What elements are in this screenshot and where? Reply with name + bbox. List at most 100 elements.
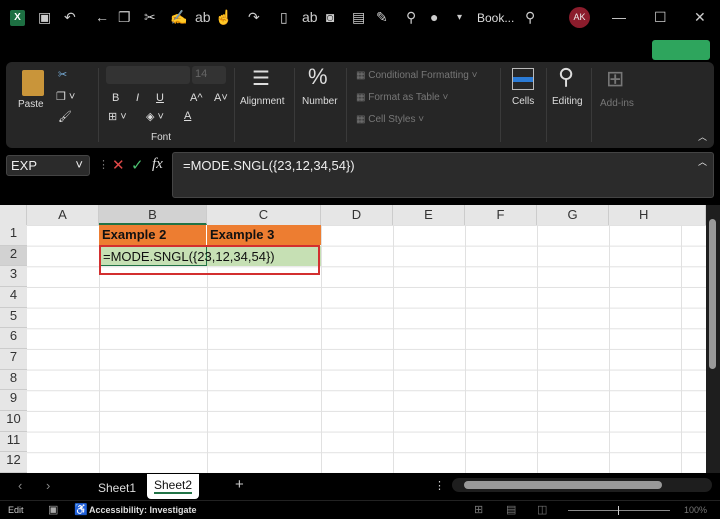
shrink-font-button[interactable]: A˅: [214, 92, 228, 104]
editing-button[interactable]: Editing: [552, 96, 583, 107]
column-header-b[interactable]: B: [99, 205, 207, 225]
page-layout-icon[interactable]: ▤: [506, 503, 516, 516]
conditional-formatting-button[interactable]: ▦ Conditional Formatting ˅: [356, 70, 477, 81]
cell-styles-button[interactable]: ▦ Cell Styles ˅: [356, 114, 424, 125]
paste-button[interactable]: Paste: [18, 99, 44, 110]
spelling-icon[interactable]: ab: [195, 9, 211, 25]
row-header-1[interactable]: 1: [0, 225, 27, 246]
column-header-f[interactable]: F: [465, 205, 537, 225]
borders-icon[interactable]: ⊞ ˅: [108, 110, 127, 123]
bold-button[interactable]: B: [112, 92, 119, 104]
column-header-d[interactable]: D: [321, 205, 393, 225]
format-painter-icon[interactable]: 🖌: [58, 110, 72, 123]
macro-record-icon[interactable]: ▣: [48, 503, 58, 516]
underline-button[interactable]: U: [156, 92, 164, 104]
number-button[interactable]: Number: [302, 96, 338, 107]
accessibility-status[interactable]: Accessibility: Investigate: [89, 505, 197, 515]
accessibility-icon[interactable]: ⚲: [406, 9, 416, 26]
row-header-11[interactable]: 11: [0, 431, 27, 453]
zoom-slider-handle[interactable]: [618, 506, 619, 515]
formula-text: =MODE.SNGL({23,12,34,54}): [183, 158, 355, 173]
fill-color-icon[interactable]: ◈ ˅: [146, 110, 164, 123]
collapse-formula-icon[interactable]: ︿: [698, 155, 707, 168]
column-header-h[interactable]: H: [609, 205, 706, 225]
font-name-input[interactable]: [106, 66, 190, 84]
cells-button[interactable]: Cells: [512, 96, 534, 107]
new-file-icon[interactable]: ▯: [280, 9, 288, 26]
horizontal-scroll-thumb[interactable]: [464, 481, 662, 489]
zoom-level[interactable]: 100%: [684, 505, 707, 515]
row-header-10[interactable]: 10: [0, 411, 27, 432]
more-options-icon[interactable]: ⋮: [434, 479, 445, 492]
prev-sheet-button[interactable]: ‹: [18, 478, 22, 493]
vertical-scrollbar[interactable]: [706, 205, 720, 473]
paste-icon[interactable]: [22, 70, 44, 96]
page-break-icon[interactable]: ◫: [537, 503, 547, 516]
maximize-icon[interactable]: ☐: [654, 9, 667, 26]
grow-font-button[interactable]: A^: [190, 92, 203, 104]
editing-icon: ⚲: [558, 64, 575, 89]
cancel-formula-button[interactable]: ✕: [112, 156, 125, 174]
sheet-tab-sheet2[interactable]: Sheet2: [147, 474, 199, 499]
font-color-icon[interactable]: A: [184, 110, 191, 122]
row-header-3[interactable]: 3: [0, 266, 27, 287]
avatar[interactable]: AK: [569, 7, 590, 28]
close-icon[interactable]: ✕: [694, 9, 706, 26]
column-header-a[interactable]: A: [27, 205, 99, 225]
formula-input[interactable]: =MODE.SNGL({23,12,34,54}) ︿: [172, 152, 714, 198]
row-header-5[interactable]: 5: [0, 307, 27, 329]
signature-icon[interactable]: ✍: [170, 9, 187, 26]
font-group-label: Font: [151, 132, 172, 143]
next-sheet-button[interactable]: ›: [46, 478, 50, 493]
addins-button[interactable]: Add-ins: [600, 98, 634, 109]
strikethrough-icon[interactable]: ab: [302, 9, 318, 25]
document-title[interactable]: Book...: [477, 11, 514, 25]
italic-button[interactable]: I: [136, 92, 139, 104]
copy-icon[interactable]: ❐: [118, 9, 131, 26]
touch-mode-icon[interactable]: ☝: [215, 9, 232, 26]
add-sheet-button[interactable]: +: [235, 476, 244, 493]
draw-icon[interactable]: ✎: [376, 9, 388, 26]
row-header-6[interactable]: 6: [0, 328, 27, 349]
cut-icon[interactable]: ✂: [58, 68, 67, 81]
cell-b1[interactable]: Example 2: [99, 225, 207, 245]
search-icon[interactable]: ⚲: [525, 9, 535, 26]
column-header-g[interactable]: G: [537, 205, 609, 225]
sheet-tab-sheet1[interactable]: Sheet1: [98, 481, 136, 495]
camera-icon[interactable]: ◙: [326, 9, 334, 25]
column-header-e[interactable]: E: [393, 205, 465, 225]
row-header-8[interactable]: 8: [0, 369, 27, 391]
customize-toolbar-icon[interactable]: ▾: [457, 12, 462, 23]
horizontal-scrollbar[interactable]: [452, 478, 712, 492]
column-header-c[interactable]: C: [207, 205, 321, 225]
font-size-input[interactable]: 14: [192, 66, 226, 84]
sheet-tab-sheet2-label: Sheet2: [153, 478, 193, 494]
back-icon[interactable]: ←: [95, 9, 109, 25]
cell-c1[interactable]: Example 3: [207, 225, 321, 245]
name-box[interactable]: EXP ˅: [6, 155, 90, 176]
minimize-icon[interactable]: —: [612, 9, 626, 25]
share-button[interactable]: [652, 40, 710, 60]
record-icon[interactable]: ●: [430, 9, 438, 25]
zoom-slider[interactable]: [568, 506, 670, 515]
row-header-7[interactable]: 7: [0, 349, 27, 370]
row-header-9[interactable]: 9: [0, 390, 27, 411]
redo-icon[interactable]: ↷: [248, 9, 260, 26]
enter-formula-button[interactable]: ✓: [131, 156, 144, 174]
vertical-scroll-thumb[interactable]: [709, 219, 716, 369]
collapse-ribbon-icon[interactable]: ︿: [698, 130, 707, 143]
insert-function-button[interactable]: fx: [152, 156, 163, 173]
alignment-button[interactable]: Alignment: [240, 96, 284, 107]
row-header-12[interactable]: 12: [0, 452, 27, 473]
undo-icon[interactable]: ↶: [64, 9, 76, 26]
select-all-corner[interactable]: [0, 205, 27, 225]
copy-icon[interactable]: ❐ ˅: [56, 90, 75, 103]
save-icon[interactable]: ▣: [38, 9, 51, 26]
form-icon[interactable]: ▤: [352, 9, 365, 26]
row-header-4[interactable]: 4: [0, 287, 27, 308]
format-as-table-button[interactable]: ▦ Format as Table ˅: [356, 92, 448, 103]
cell-styles-label: Cell Styles: [368, 114, 416, 125]
normal-view-icon[interactable]: ⊞: [474, 503, 483, 516]
row-header-2[interactable]: 2: [0, 245, 27, 267]
cut-icon[interactable]: ✂: [144, 9, 156, 26]
